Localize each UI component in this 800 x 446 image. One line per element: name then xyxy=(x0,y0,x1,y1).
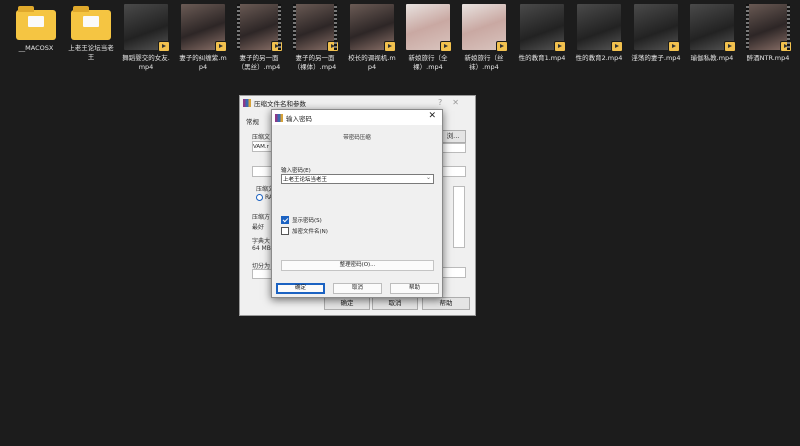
compression-method-value[interactable]: 最好 xyxy=(252,222,264,231)
enter-password-dialog: 输入密码 ✕ 带密码压缩 输入密码(E) ⌄ 显示密码(S) 加密文件名(N) … xyxy=(271,109,443,298)
video-file-item[interactable]: 舞蹈婴交的女友.mp4 xyxy=(121,4,171,71)
video-badge-icon xyxy=(440,41,452,52)
video-thumbnail xyxy=(181,4,227,52)
split-volume-input[interactable] xyxy=(252,269,272,279)
file-name-label: 瑜伽私教.mp4 xyxy=(690,54,734,62)
file-name-label: 醉酒NTR.mp4 xyxy=(746,54,790,62)
update-mode-select[interactable] xyxy=(440,143,466,153)
video-badge-icon xyxy=(271,41,283,52)
show-password-label: 显示密码(S) xyxy=(292,218,322,224)
radio-selected-icon xyxy=(256,194,263,201)
video-thumbnail xyxy=(406,4,452,52)
close-icon[interactable]: ✕ xyxy=(452,98,469,107)
encrypt-filenames-label: 加密文件名(N) xyxy=(292,229,328,235)
organize-passwords-button[interactable]: 整理密码(O)... xyxy=(281,260,434,271)
video-badge-icon xyxy=(780,41,792,52)
archive-options-panel xyxy=(453,186,465,248)
video-thumbnail xyxy=(462,4,508,52)
password-dialog-titlebar: 输入密码 ✕ xyxy=(272,110,442,125)
password-dialog-title: 输入密码 xyxy=(286,114,312,123)
video-badge-icon xyxy=(611,41,623,52)
file-name-label: 舞蹈婴交的女友.mp4 xyxy=(122,54,170,71)
parameter-button[interactable] xyxy=(440,267,466,278)
password-ok-button[interactable]: 确定 xyxy=(276,283,325,294)
video-thumbnail xyxy=(124,4,170,52)
compression-method-label: 压缩方 xyxy=(252,214,271,221)
password-label: 输入密码(E) xyxy=(281,168,311,174)
video-badge-icon xyxy=(327,41,339,52)
video-badge-icon xyxy=(668,41,680,52)
profile-button[interactable] xyxy=(252,166,272,177)
archive-settings-window-controls: ?✕ xyxy=(438,98,469,107)
folder-icon xyxy=(16,6,56,40)
folder-paper-icon xyxy=(83,16,99,27)
video-file-item[interactable]: 妻子的另一面（裸体）.mp4 xyxy=(290,4,340,71)
file-name-label: 性的教育2.mp4 xyxy=(575,54,623,62)
video-file-item[interactable]: 妻子的另一面（黑丝）.mp4 xyxy=(234,4,284,71)
video-thumbnail xyxy=(634,4,680,52)
video-file-item[interactable]: 性的教育1.mp4 xyxy=(517,4,567,63)
folder-item[interactable]: __MACOSX xyxy=(11,4,61,53)
video-thumbnail xyxy=(690,4,736,52)
file-name-label: 校长的调视机.mp4 xyxy=(348,54,396,71)
folder-item[interactable]: 上老王论坛当老王 xyxy=(66,4,116,61)
winrar-app-icon xyxy=(243,99,251,107)
password-input[interactable] xyxy=(282,175,421,183)
file-name-label: 妻子的另一面（裸体）.mp4 xyxy=(293,54,337,71)
video-badge-icon xyxy=(158,41,170,52)
file-name-label: 淫荡的妻子.mp4 xyxy=(631,54,681,62)
file-name-label: 妻子的另一面（黑丝）.mp4 xyxy=(237,54,281,71)
encrypt-filenames-checkbox[interactable]: 加密文件名(N) xyxy=(281,227,328,235)
video-badge-icon xyxy=(496,41,508,52)
settings-cancel-button[interactable]: 取消 xyxy=(372,297,418,310)
video-file-item[interactable]: 妻子的纠缠紫.mp4 xyxy=(178,4,228,71)
file-name-label: 性的教育1.mp4 xyxy=(518,54,566,62)
video-thumbnail xyxy=(350,4,396,52)
show-password-checkbox[interactable]: 显示密码(S) xyxy=(281,216,322,224)
file-name-label: 妻子的纠缠紫.mp4 xyxy=(179,54,227,71)
password-field[interactable]: ⌄ xyxy=(281,174,434,184)
password-dialog-subtitle: 带密码压缩 xyxy=(343,135,371,141)
tab-general[interactable]: 常规 xyxy=(246,116,259,126)
video-thumbnail xyxy=(577,4,623,52)
video-file-item[interactable]: 校长的调视机.mp4 xyxy=(347,4,397,71)
folder-icon xyxy=(71,6,111,40)
dictionary-size-value[interactable]: 64 MB xyxy=(252,245,271,252)
winrar-app-icon xyxy=(275,113,283,122)
video-thumbnail xyxy=(293,4,339,52)
settings-help-button[interactable]: 帮助 xyxy=(422,297,470,310)
help-icon[interactable]: ? xyxy=(438,98,452,107)
video-file-item[interactable]: 瑜伽私教.mp4 xyxy=(687,4,737,63)
video-file-item[interactable]: 新娘旅行（全裸）.mp4 xyxy=(403,4,453,71)
settings-ok-button[interactable]: 确定 xyxy=(324,297,370,310)
video-thumbnail xyxy=(746,4,792,52)
video-badge-icon xyxy=(724,41,736,52)
file-name-label: 上老王论坛当老王 xyxy=(68,44,114,61)
browse-button[interactable]: 浏... xyxy=(440,130,466,143)
video-badge-icon xyxy=(215,41,227,52)
video-thumbnail xyxy=(237,4,283,52)
archive-name-value: VAM.r xyxy=(253,144,269,150)
password-cancel-button[interactable]: 取消 xyxy=(333,283,382,294)
dictionary-size-label: 字典大 xyxy=(252,238,271,245)
profile-select[interactable] xyxy=(440,166,466,177)
chevron-down-icon[interactable]: ⌄ xyxy=(426,174,431,181)
video-badge-icon xyxy=(554,41,566,52)
video-thumbnail xyxy=(520,4,566,52)
file-name-label: 新娘旅行（全裸）.mp4 xyxy=(408,54,448,71)
video-badge-icon xyxy=(384,41,396,52)
close-icon[interactable]: ✕ xyxy=(428,111,436,121)
file-name-label: 新娘旅行（丝袜）.mp4 xyxy=(464,54,504,71)
checkbox-unchecked-icon xyxy=(281,227,289,235)
video-file-item[interactable]: 性的教育2.mp4 xyxy=(574,4,624,63)
folder-paper-icon xyxy=(28,16,44,27)
archive-settings-title: 压缩文件名和参数 xyxy=(254,100,306,108)
video-file-item[interactable]: 淫荡的妻子.mp4 xyxy=(631,4,681,63)
video-file-item[interactable]: 新娘旅行（丝袜）.mp4 xyxy=(459,4,509,71)
checkbox-checked-icon xyxy=(281,216,289,224)
file-name-label: __MACOSX xyxy=(18,44,54,52)
video-file-item[interactable]: 醉酒NTR.mp4 xyxy=(743,4,793,63)
archive-name-label: 压缩文 xyxy=(252,134,271,141)
password-help-button[interactable]: 帮助 xyxy=(390,283,439,294)
